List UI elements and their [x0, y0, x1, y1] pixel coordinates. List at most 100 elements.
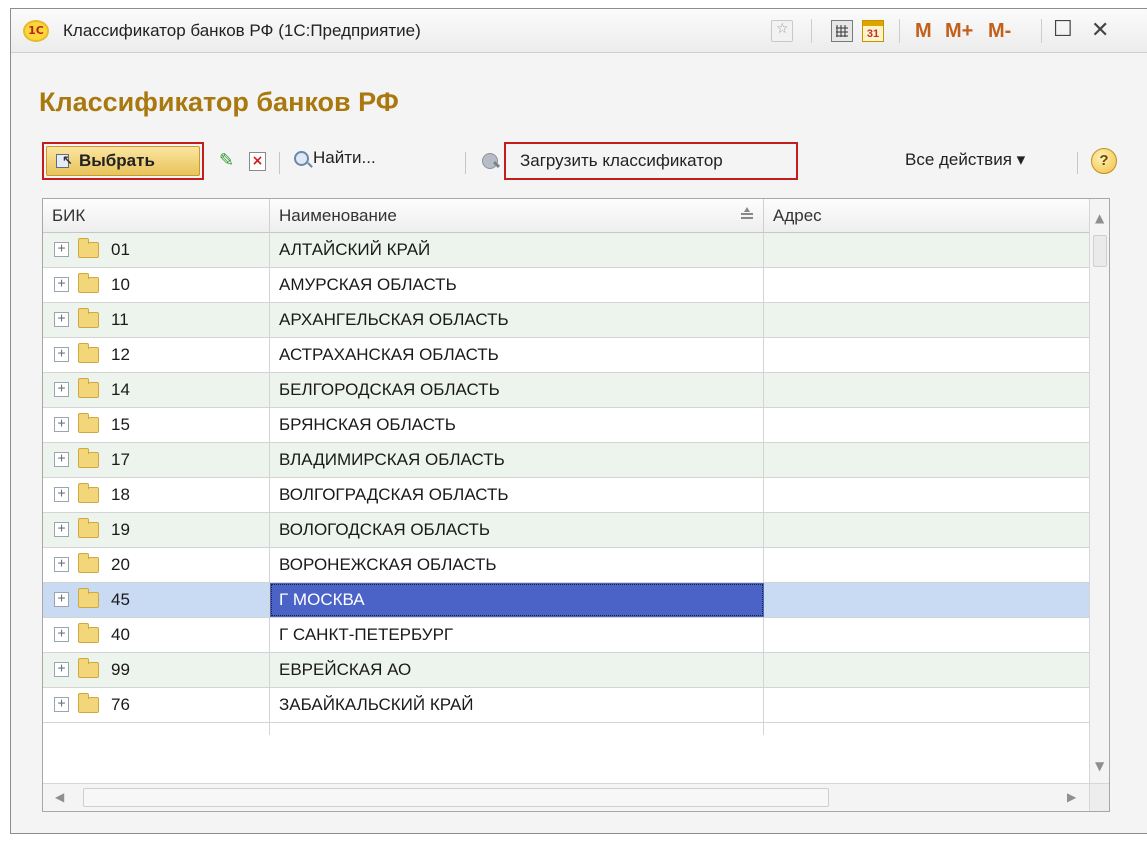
column-header-bik[interactable]: БИК	[43, 199, 270, 233]
table-row[interactable]: +45 Г МОСКВА	[43, 583, 1089, 618]
expand-plus-icon[interactable]: +	[54, 452, 69, 467]
address-cell[interactable]	[764, 513, 1089, 547]
expand-plus-icon[interactable]: +	[54, 382, 69, 397]
close-icon[interactable]: ✕	[1091, 18, 1109, 43]
column-header-address[interactable]: Адрес	[764, 199, 1089, 233]
bik-cell[interactable]: +76	[43, 688, 270, 722]
address-cell[interactable]	[764, 338, 1089, 372]
horizontal-scrollbar[interactable]: ◀ ▶	[43, 783, 1089, 811]
name-cell[interactable]: ВОЛГОГРАДСКАЯ ОБЛАСТЬ	[270, 478, 764, 512]
table-row[interactable]: +18 ВОЛГОГРАДСКАЯ ОБЛАСТЬ	[43, 478, 1089, 513]
address-cell[interactable]	[764, 618, 1089, 652]
table-row[interactable]: +14 БЕЛГОРОДСКАЯ ОБЛАСТЬ	[43, 373, 1089, 408]
calendar-icon[interactable]: 31	[862, 20, 884, 42]
expand-plus-icon[interactable]: +	[54, 487, 69, 502]
load-classifier-button[interactable]: Загрузить классификатор	[504, 142, 798, 180]
address-cell[interactable]	[764, 373, 1089, 407]
name-cell[interactable]: БЕЛГОРОДСКАЯ ОБЛАСТЬ	[270, 373, 764, 407]
address-cell[interactable]	[764, 233, 1089, 267]
table-row[interactable]: +01 АЛТАЙСКИЙ КРАЙ	[43, 233, 1089, 268]
expand-plus-icon[interactable]: +	[54, 662, 69, 677]
address-cell[interactable]	[764, 548, 1089, 582]
horizontal-scroll-thumb[interactable]	[83, 788, 829, 807]
vertical-scroll-thumb[interactable]	[1093, 235, 1107, 267]
table-row[interactable]: +10 АМУРСКАЯ ОБЛАСТЬ	[43, 268, 1089, 303]
table-row[interactable]: +20 ВОРОНЕЖСКАЯ ОБЛАСТЬ	[43, 548, 1089, 583]
scroll-up-icon[interactable]: ▲	[1095, 211, 1104, 225]
name-cell[interactable]: ЕВРЕЙСКАЯ АО	[270, 653, 764, 687]
name-cell-selected[interactable]: Г МОСКВА	[270, 583, 764, 617]
expand-plus-icon[interactable]: +	[54, 347, 69, 362]
help-icon[interactable]: ?	[1091, 148, 1117, 174]
favorite-star-icon[interactable]	[771, 20, 793, 42]
bik-cell[interactable]: +12	[43, 338, 270, 372]
table-row[interactable]: +76 ЗАБАЙКАЛЬСКИЙ КРАЙ	[43, 688, 1089, 723]
bik-cell[interactable]: +14	[43, 373, 270, 407]
all-actions-menu[interactable]: Все действия ▾	[905, 150, 1025, 170]
expand-plus-icon[interactable]: +	[54, 277, 69, 292]
address-cell[interactable]	[764, 443, 1089, 477]
expand-plus-icon[interactable]: +	[54, 627, 69, 642]
address-cell[interactable]	[764, 688, 1089, 722]
table-row[interactable]: +40 Г САНКТ-ПЕТЕРБУРГ	[43, 618, 1089, 653]
select-button[interactable]: Выбрать	[46, 146, 200, 176]
name-cell[interactable]: АМУРСКАЯ ОБЛАСТЬ	[270, 268, 764, 302]
address-cell[interactable]	[764, 268, 1089, 302]
bik-cell[interactable]: +19	[43, 513, 270, 547]
vertical-scrollbar[interactable]: ▲ ▼	[1089, 199, 1109, 783]
bik-cell[interactable]: +40	[43, 618, 270, 652]
table-row[interactable]: +15 БРЯНСКАЯ ОБЛАСТЬ	[43, 408, 1089, 443]
name-cell[interactable]: Г САНКТ-ПЕТЕРБУРГ	[270, 618, 764, 652]
column-header-name[interactable]: Наименование	[270, 199, 764, 233]
bik-cell[interactable]: +11	[43, 303, 270, 337]
name-cell[interactable]: ВОЛОГОДСКАЯ ОБЛАСТЬ	[270, 513, 764, 547]
pencil-edit-icon[interactable]: ✎	[219, 150, 234, 171]
name-cell[interactable]: ВЛАДИМИРСКАЯ ОБЛАСТЬ	[270, 443, 764, 477]
calculator-icon[interactable]	[831, 20, 853, 42]
find-button[interactable]: Найти...	[294, 148, 376, 168]
name-cell[interactable]: АРХАНГЕЛЬСКАЯ ОБЛАСТЬ	[270, 303, 764, 337]
memory-plus-button[interactable]: M+	[945, 20, 973, 43]
address-cell[interactable]	[764, 653, 1089, 687]
address-cell[interactable]	[764, 583, 1089, 617]
bik-cell[interactable]: +20	[43, 548, 270, 582]
table-row[interactable]: +99 ЕВРЕЙСКАЯ АО	[43, 653, 1089, 688]
bik-cell[interactable]: +15	[43, 408, 270, 442]
bik-cell[interactable]: +99	[43, 653, 270, 687]
scroll-left-icon[interactable]: ◀	[55, 790, 64, 804]
expand-plus-icon[interactable]: +	[54, 522, 69, 537]
expand-plus-icon[interactable]: +	[54, 697, 69, 712]
name-cell[interactable]: АСТРАХАНСКАЯ ОБЛАСТЬ	[270, 338, 764, 372]
memory-m-button[interactable]: M	[915, 20, 932, 43]
expand-plus-icon[interactable]: +	[54, 417, 69, 432]
maximize-icon[interactable]: ☐	[1053, 17, 1073, 42]
address-cell[interactable]	[764, 478, 1089, 512]
name-cell[interactable]: БРЯНСКАЯ ОБЛАСТЬ	[270, 408, 764, 442]
name-cell[interactable]: ЗАБАЙКАЛЬСКИЙ КРАЙ	[270, 688, 764, 722]
scroll-down-icon[interactable]: ▼	[1095, 759, 1104, 773]
address-cell[interactable]	[764, 303, 1089, 337]
bik-cell[interactable]: +17	[43, 443, 270, 477]
bik-cell[interactable]: +10	[43, 268, 270, 302]
expand-plus-icon[interactable]: +	[54, 592, 69, 607]
table-row[interactable]: +11 АРХАНГЕЛЬСКАЯ ОБЛАСТЬ	[43, 303, 1089, 338]
1c-logo-icon[interactable]: 1С	[23, 20, 49, 42]
bik-code: 10	[111, 275, 130, 294]
address-cell[interactable]	[764, 408, 1089, 442]
titlebar-separator	[1041, 19, 1042, 43]
table-row[interactable]: +12 АСТРАХАНСКАЯ ОБЛАСТЬ	[43, 338, 1089, 373]
delete-x-icon[interactable]: ×	[249, 152, 266, 171]
load-classifier-icon[interactable]	[479, 149, 501, 171]
memory-minus-button[interactable]: M-	[988, 20, 1011, 43]
expand-plus-icon[interactable]: +	[54, 557, 69, 572]
bik-cell[interactable]: +18	[43, 478, 270, 512]
bik-cell[interactable]: +01	[43, 233, 270, 267]
expand-plus-icon[interactable]: +	[54, 242, 69, 257]
table-row[interactable]: +17 ВЛАДИМИРСКАЯ ОБЛАСТЬ	[43, 443, 1089, 478]
name-cell[interactable]: АЛТАЙСКИЙ КРАЙ	[270, 233, 764, 267]
scroll-right-icon[interactable]: ▶	[1067, 790, 1076, 804]
expand-plus-icon[interactable]: +	[54, 312, 69, 327]
name-cell[interactable]: ВОРОНЕЖСКАЯ ОБЛАСТЬ	[270, 548, 764, 582]
table-row[interactable]: +19 ВОЛОГОДСКАЯ ОБЛАСТЬ	[43, 513, 1089, 548]
bik-cell[interactable]: +45	[43, 583, 270, 617]
